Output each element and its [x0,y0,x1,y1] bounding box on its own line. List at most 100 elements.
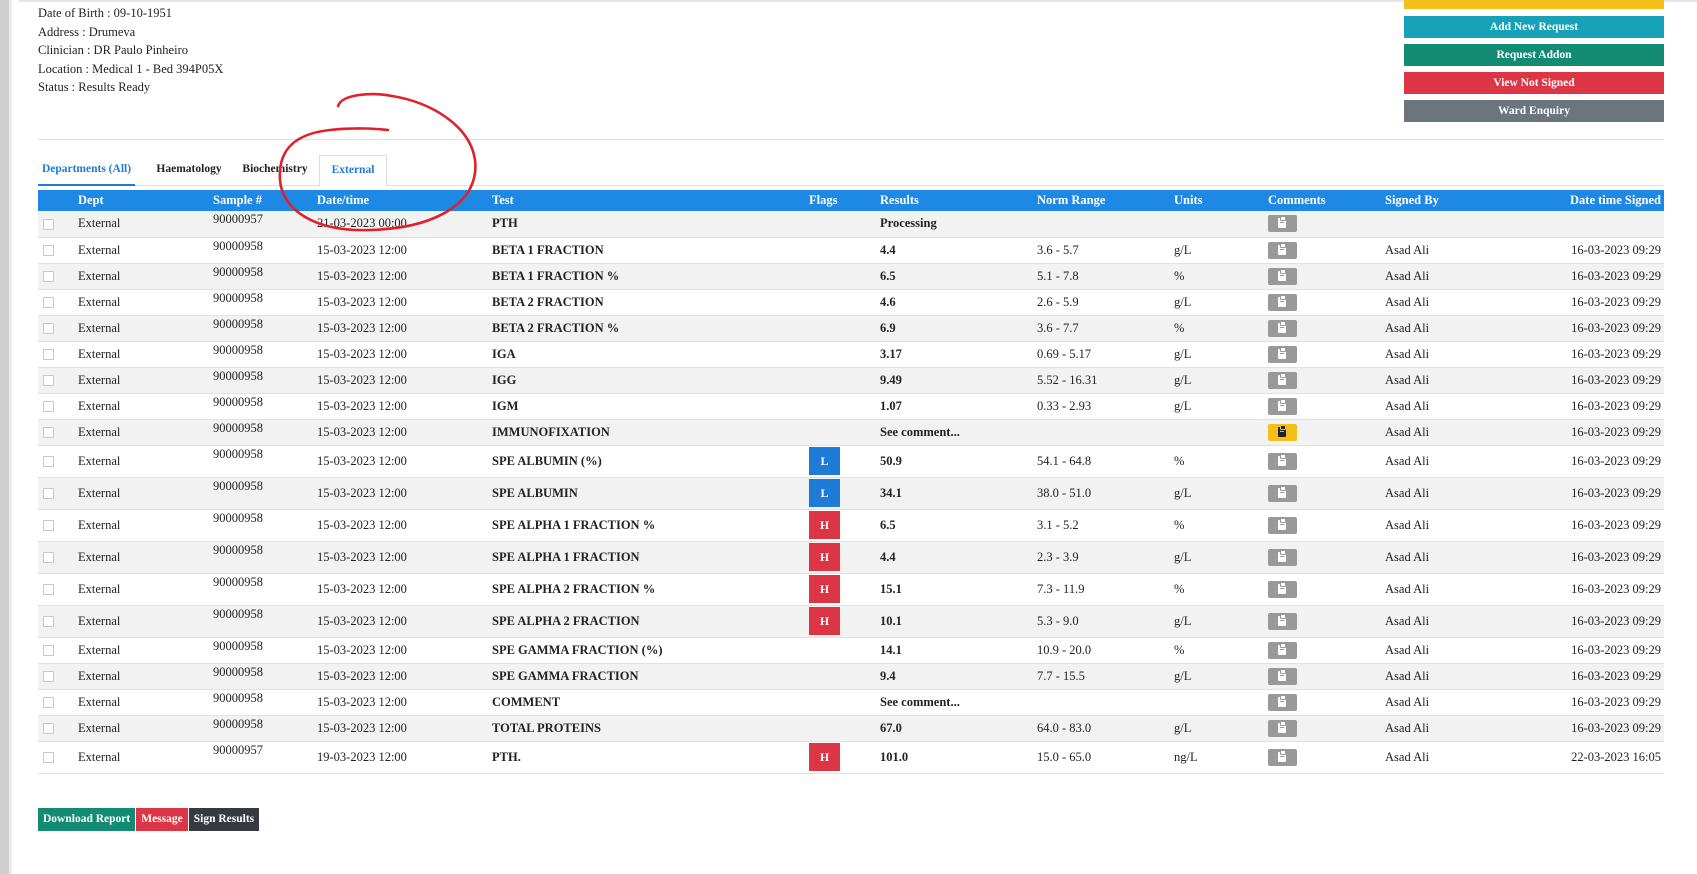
row-checkbox[interactable] [43,323,54,335]
high-flag-badge: H [809,575,840,603]
comment-button[interactable] [1268,548,1297,566]
table-row[interactable]: External 90000957 19-03-2023 12:00 PTH. H 101… [38,741,1664,774]
units-cell: % [1174,263,1268,290]
tab-departments-all[interactable]: Departments (All) [38,155,135,186]
header-signed-by[interactable]: Signed By [1385,190,1495,211]
header-norm-range[interactable]: Norm Range [1037,190,1174,211]
header-units[interactable]: Units [1174,190,1268,211]
tab-external[interactable]: External [319,155,387,186]
message-button[interactable]: Message [136,808,188,831]
comment-button[interactable] [1268,580,1297,598]
comment-button[interactable] [1268,484,1297,502]
row-checkbox[interactable] [43,552,54,564]
signed-by-cell: Asad Ali [1385,741,1495,774]
table-row[interactable]: External 90000958 15-03-2023 12:00 SPE ALPH… [38,573,1664,606]
row-checkbox[interactable] [43,584,54,596]
table-row[interactable]: External 90000958 15-03-2023 12:00 BETA 1 F… [38,263,1664,290]
comment-button[interactable] [1268,612,1297,630]
datetime-cell: 15-03-2023 12:00 [317,541,492,574]
comment-button[interactable] [1268,516,1297,534]
sample-number-cell: 90000958 [213,689,317,716]
comment-button[interactable] [1268,215,1297,233]
table-row[interactable]: External 90000958 15-03-2023 12:00 BETA 1 F… [38,237,1664,264]
row-checkbox[interactable] [43,297,54,309]
comment-button[interactable] [1268,397,1297,415]
comment-button[interactable] [1268,641,1297,659]
comment-button[interactable] [1268,293,1297,311]
row-checkbox[interactable] [43,349,54,361]
table-row[interactable]: External 90000958 15-03-2023 12:00 BETA 2 F… [38,315,1664,342]
table-row[interactable]: External 90000958 15-03-2023 12:00 SPE ALPH… [38,509,1664,542]
signed-by-cell: Asad Ali [1385,367,1495,394]
row-checkbox[interactable] [43,671,54,683]
row-checkbox[interactable] [43,723,54,735]
row-checkbox[interactable] [43,616,54,628]
sample-number-cell: 90000958 [213,237,317,264]
header-dept[interactable]: Dept [78,190,213,211]
ward-enquiry-button[interactable]: Ward Enquiry [1404,100,1664,122]
comment-button[interactable] [1268,267,1297,285]
units-cell [1174,689,1268,716]
comment-button[interactable] [1268,371,1297,389]
add-new-request-button[interactable]: Add New Request [1404,16,1664,38]
dept-cell: External [78,573,213,606]
header-datetime[interactable]: Date/time [317,190,492,211]
test-name-cell: IMMUNOFIXATION [492,419,809,446]
comment-button[interactable] [1268,241,1297,259]
row-select-cell [38,393,78,420]
table-row[interactable]: External 90000958 15-03-2023 12:00 IGM 1.07 0… [38,393,1664,420]
header-flags[interactable]: Flags [809,190,880,211]
table-row[interactable]: External 90000958 15-03-2023 12:00 SPE ALPH… [38,605,1664,638]
header-comments[interactable]: Comments [1268,190,1385,211]
table-row[interactable]: External 90000958 15-03-2023 12:00 IMMUNOFI… [38,419,1664,446]
table-row[interactable]: External 90000958 15-03-2023 12:00 BETA 2 F… [38,289,1664,316]
table-row[interactable]: External 90000958 15-03-2023 12:00 SPE ALBU… [38,445,1664,478]
table-row[interactable]: External 90000958 15-03-2023 12:00 IGA 3.17 0… [38,341,1664,368]
comment-button[interactable] [1268,452,1297,470]
row-checkbox[interactable] [43,645,54,657]
request-addon-button[interactable]: Request Addon [1404,44,1664,66]
flag-cell: H [809,741,880,774]
table-row[interactable]: External 90000958 15-03-2023 12:00 SPE ALBU… [38,477,1664,510]
tab-biochemistry[interactable]: Biochemistry [239,155,311,184]
row-checkbox[interactable] [43,245,54,257]
header-test[interactable]: Test [492,190,809,211]
date-time-signed-cell [1495,211,1664,238]
comment-button[interactable] [1268,423,1297,441]
row-checkbox[interactable] [43,488,54,500]
row-checkbox[interactable] [43,697,54,709]
header-sample[interactable]: Sample # [213,190,317,211]
row-checkbox[interactable] [43,401,54,413]
row-checkbox[interactable] [43,427,54,439]
table-row[interactable]: External 90000957 21-03-2023 00:00 PTH Proce… [38,211,1664,238]
table-row[interactable]: External 90000958 15-03-2023 12:00 SPE GAMM… [38,637,1664,664]
partially-visible-button[interactable] [1404,0,1664,9]
comment-button[interactable] [1268,345,1297,363]
comment-button[interactable] [1268,667,1297,685]
comment-button[interactable] [1268,693,1297,711]
comment-button[interactable] [1268,748,1297,766]
table-row[interactable]: External 90000958 15-03-2023 12:00 COMMENT S… [38,689,1664,716]
table-row[interactable]: External 90000958 15-03-2023 12:00 IGG 9.49 5… [38,367,1664,394]
tab-haematology[interactable]: Haematology [151,155,227,184]
table-row[interactable]: External 90000958 15-03-2023 12:00 SPE GAMM… [38,663,1664,690]
download-report-button[interactable]: Download Report [38,808,136,831]
row-select-cell [38,445,78,478]
sign-results-button[interactable]: Sign Results [188,808,260,831]
row-checkbox[interactable] [43,375,54,387]
clipboard-icon [1278,268,1286,281]
table-row[interactable]: External 90000958 15-03-2023 12:00 TOTAL PR… [38,715,1664,742]
sample-number-cell: 90000958 [213,663,317,690]
row-checkbox[interactable] [43,752,54,764]
row-checkbox[interactable] [43,271,54,283]
sample-number-cell: 90000958 [213,541,317,574]
comment-button[interactable] [1268,719,1297,737]
comment-button[interactable] [1268,319,1297,337]
row-checkbox[interactable] [43,520,54,532]
view-not-signed-button[interactable]: View Not Signed [1404,72,1664,94]
header-date-time-signed[interactable]: Date time Signed [1495,190,1664,211]
row-checkbox[interactable] [43,218,54,230]
row-checkbox[interactable] [43,456,54,468]
header-results[interactable]: Results [880,190,1037,211]
table-row[interactable]: External 90000958 15-03-2023 12:00 SPE ALPH… [38,541,1664,574]
